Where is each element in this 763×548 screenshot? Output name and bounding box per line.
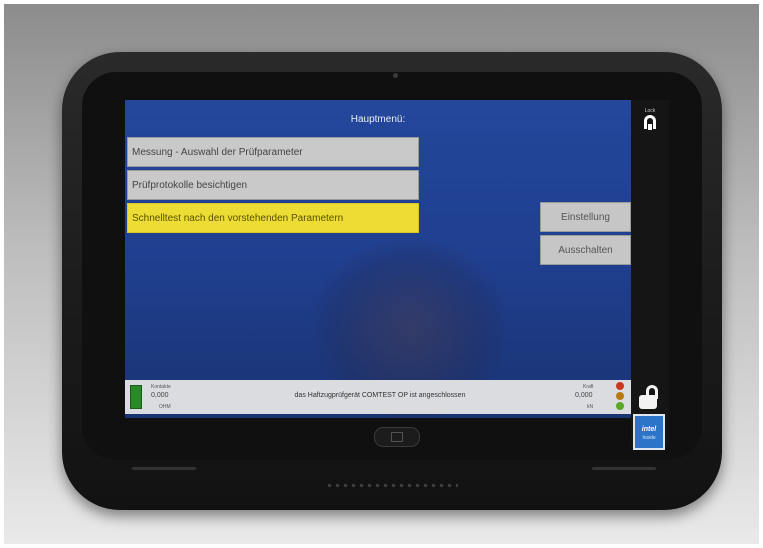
photo: Hauptmenü: Messung - Auswahl der Prüfpar… — [0, 0, 763, 548]
brand-dots — [328, 484, 458, 487]
status-right-unit: kN — [587, 404, 594, 410]
menu-button-quicktest[interactable]: Schnelltest nach den vorstehenden Parame… — [127, 203, 419, 233]
page-title: Hauptmenü: — [350, 114, 406, 125]
menu-button-measurement[interactable]: Messung - Auswahl der Prüfparameter — [127, 137, 419, 167]
lock-button[interactable]: Lock — [640, 108, 660, 138]
windows-icon — [391, 432, 403, 442]
windows-home-button[interactable] — [374, 427, 420, 447]
status-left-label: Kontakte — [151, 384, 171, 390]
app-screen: Hauptmenü: Messung - Auswahl der Prüfpar… — [125, 100, 631, 418]
status-led-red-icon — [616, 382, 624, 390]
settings-button[interactable]: Einstellung — [540, 202, 631, 232]
status-bar: Kontakte 0,000 OHM das Haftzugprüfgerät … — [125, 380, 631, 414]
shutdown-button[interactable]: Ausschalten — [540, 235, 631, 265]
intel-logo-text: intel — [641, 426, 657, 433]
status-message: das Haftzugprüfgerät COMTEST OP ist ange… — [294, 392, 466, 399]
battery-icon — [130, 385, 142, 409]
camera-icon — [393, 73, 398, 78]
status-left-value: 0,000 — [151, 392, 169, 399]
status-led-green-icon — [616, 402, 624, 410]
lock-icon — [644, 115, 656, 130]
speaker-grille-right — [592, 467, 656, 470]
speaker-grille-left — [132, 467, 196, 470]
intel-inside-text: Inside — [642, 435, 656, 441]
unlock-icon — [639, 395, 657, 409]
status-led-amber-icon — [616, 392, 624, 400]
status-right-value: 0,000 — [575, 392, 593, 399]
status-right-label: Kraft — [583, 384, 594, 390]
lock-label: Lock — [644, 108, 656, 114]
menu-button-protocols[interactable]: Prüfprotokolle besichtigen — [127, 170, 419, 200]
unlock-button[interactable] — [637, 383, 663, 411]
status-left-unit: OHM — [159, 404, 171, 410]
intel-badge: intel Inside — [633, 414, 665, 450]
